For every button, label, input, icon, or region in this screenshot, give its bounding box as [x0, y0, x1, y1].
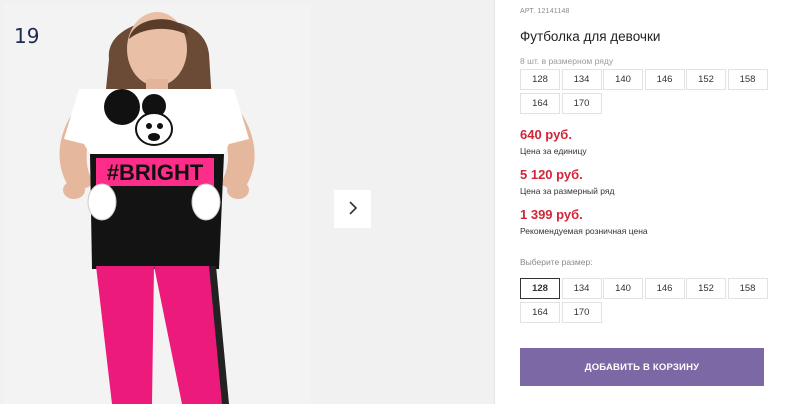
chevron-right-icon	[347, 200, 359, 219]
size-option[interactable]: 158	[727, 278, 768, 299]
size-option[interactable]: 134	[561, 278, 602, 299]
pack-size-cell: 170	[561, 93, 602, 114]
size-option[interactable]: 128	[520, 278, 560, 299]
pack-size-cell: 164	[520, 93, 560, 114]
retail-price: 1 399 руб.	[520, 207, 583, 222]
pack-price-caption: Цена за размерный ряд	[520, 186, 615, 196]
pack-size-cell: 134	[561, 69, 602, 90]
retail-price-caption: Рекомендуемая розничная цена	[520, 226, 648, 236]
product-gallery: #BRIGHT 19	[0, 0, 495, 404]
pack-price: 5 120 руб.	[520, 167, 583, 182]
product-photo: #BRIGHT	[4, 4, 310, 404]
pack-size-cell: 140	[603, 69, 643, 90]
pack-size-cell: 146	[644, 69, 685, 90]
shirt-print-text: #BRIGHT	[107, 160, 204, 185]
slide-number: 19	[14, 24, 40, 48]
pack-note: 8 шт. в размерном ряду	[520, 56, 614, 66]
girl-in-tshirt-image: #BRIGHT	[4, 4, 310, 404]
pack-size-cell: 152	[686, 69, 726, 90]
choose-size-label: Выберите размер:	[520, 257, 593, 267]
unit-price: 640 руб.	[520, 127, 572, 142]
product-title: Футболка для девочки	[520, 29, 661, 44]
size-option[interactable]: 146	[644, 278, 685, 299]
pack-size-cell: 128	[520, 69, 560, 90]
size-option[interactable]: 152	[686, 278, 726, 299]
unit-price-caption: Цена за единицу	[520, 146, 587, 156]
add-to-cart-button[interactable]: ДОБАВИТЬ В КОРЗИНУ	[520, 348, 764, 386]
size-option[interactable]: 164	[520, 302, 560, 323]
product-sku: АРТ. 12141148	[520, 8, 570, 15]
size-option[interactable]: 170	[561, 302, 602, 323]
pack-size-cell: 158	[727, 69, 768, 90]
size-option[interactable]: 140	[603, 278, 643, 299]
next-slide-button[interactable]	[334, 190, 371, 228]
